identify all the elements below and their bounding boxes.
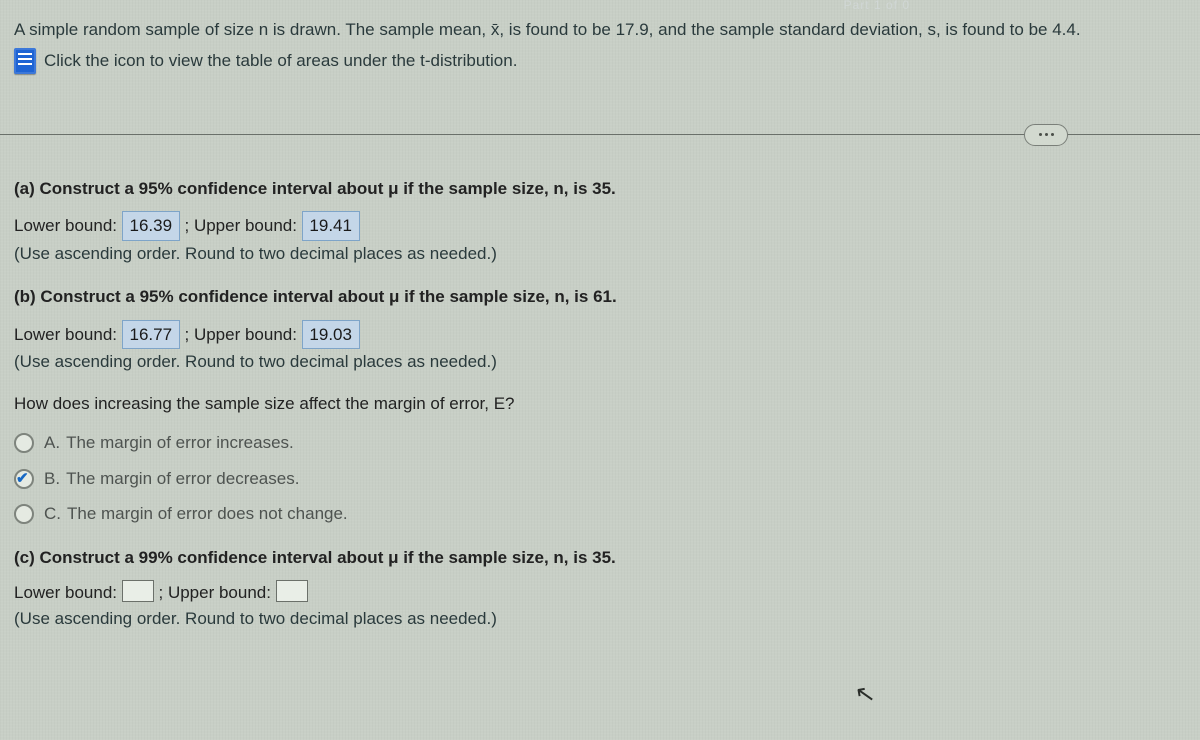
part-c-lower-input[interactable]: [122, 580, 154, 602]
option-letter: C.: [44, 504, 61, 523]
t-table-link-row[interactable]: Click the icon to view the table of area…: [14, 48, 1180, 74]
part-a-lower-input[interactable]: 16.39: [122, 211, 180, 241]
option-letter: B.: [44, 469, 60, 488]
part-b-upper-input[interactable]: 19.03: [302, 320, 360, 350]
mouse-cursor-icon: ↖: [853, 678, 878, 710]
part-b-lower-input[interactable]: 16.77: [122, 320, 180, 350]
radio-b[interactable]: [14, 469, 34, 489]
part-a-note: (Use ascending order. Round to two decim…: [14, 241, 1180, 267]
problem-intro: A simple random sample of size n is draw…: [14, 18, 1180, 42]
part-a-bounds: Lower bound: 16.39 ; Upper bound: 19.41: [14, 211, 1180, 241]
lower-bound-label: Lower bound:: [14, 583, 117, 602]
more-dots-button[interactable]: [1024, 124, 1068, 146]
option-c[interactable]: C. The margin of error does not change.: [14, 501, 1180, 527]
part-b-note: (Use ascending order. Round to two decim…: [14, 349, 1180, 375]
question-page: A simple random sample of size n is draw…: [0, 0, 1200, 631]
option-a[interactable]: A. The margin of error increases.: [14, 430, 1180, 456]
lower-bound-label: Lower bound:: [14, 216, 117, 235]
option-text: The margin of error decreases.: [66, 469, 299, 488]
part-a-title: (a) Construct a 95% confidence interval …: [14, 176, 1180, 202]
document-icon: [14, 48, 36, 74]
t-table-link-text: Click the icon to view the table of area…: [44, 51, 517, 71]
option-text: The margin of error increases.: [66, 433, 294, 452]
part-c-upper-input[interactable]: [276, 580, 308, 602]
page-indicator-fragment: Part 1 of 0: [844, 0, 910, 12]
section-divider: [14, 124, 1180, 148]
upper-bound-label: Upper bound:: [194, 216, 297, 235]
part-c-bounds: Lower bound: ; Upper bound:: [14, 580, 1180, 606]
margin-options: A. The margin of error increases. B. The m…: [14, 430, 1180, 527]
upper-bound-label: Upper bound:: [194, 325, 297, 344]
upper-bound-label: Upper bound:: [168, 583, 271, 602]
part-c-note: (Use ascending order. Round to two decim…: [14, 606, 1180, 632]
part-b-bounds: Lower bound: 16.77 ; Upper bound: 19.03: [14, 320, 1180, 350]
option-letter: A.: [44, 433, 60, 452]
radio-c[interactable]: [14, 504, 34, 524]
content-area: (a) Construct a 95% confidence interval …: [14, 176, 1180, 632]
lower-bound-label: Lower bound:: [14, 325, 117, 344]
part-b-title: (b) Construct a 95% confidence interval …: [14, 284, 1180, 310]
part-a-upper-input[interactable]: 19.41: [302, 211, 360, 241]
margin-question: How does increasing the sample size affe…: [14, 391, 1180, 417]
option-text: The margin of error does not change.: [67, 504, 348, 523]
option-b[interactable]: B. The margin of error decreases.: [14, 466, 1180, 492]
radio-a[interactable]: [14, 433, 34, 453]
part-c-title: (c) Construct a 99% confidence interval …: [14, 545, 1180, 571]
